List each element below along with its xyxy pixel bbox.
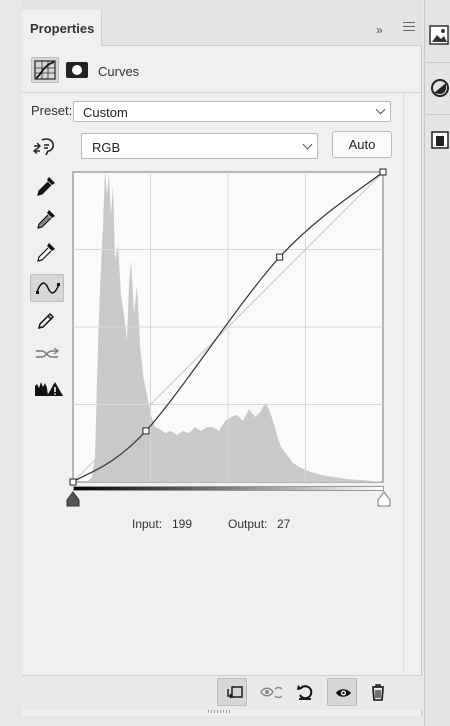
- channel-value: RGB: [92, 140, 121, 155]
- curve-control-point[interactable]: [69, 478, 77, 486]
- curves-adjustment-icon[interactable]: [31, 57, 59, 83]
- dock-divider: [426, 62, 450, 63]
- image-panel-icon[interactable]: [426, 22, 450, 58]
- auto-button[interactable]: Auto: [332, 131, 392, 158]
- chevron-down-icon: [302, 139, 313, 150]
- reset-icon: [297, 685, 313, 700]
- chevron-down-icon: [375, 104, 386, 115]
- clip-to-layer-icon: [227, 686, 243, 699]
- view-previous-state-button[interactable]: [254, 678, 284, 706]
- preset-value: Custom: [83, 105, 128, 120]
- targeted-adjustment-hand-icon[interactable]: [32, 136, 60, 158]
- sample-shadows-eyedropper-icon[interactable]: [30, 172, 64, 200]
- smooth-curve-icon: [30, 340, 64, 368]
- output-value[interactable]: 27: [277, 517, 290, 531]
- delete-button[interactable]: [363, 678, 393, 706]
- clipping-warning-icon[interactable]: [30, 374, 64, 402]
- preset-label: Preset:: [31, 103, 73, 118]
- adjustments-icon[interactable]: [426, 74, 450, 110]
- view-previous-state-icon: [260, 686, 282, 699]
- layer-mask-icon[interactable]: [66, 62, 88, 78]
- toggle-visibility-button[interactable]: [327, 678, 357, 706]
- curves-graph-canvas[interactable]: [65, 165, 391, 491]
- collapse-panel-icon[interactable]: »: [376, 23, 383, 37]
- resize-grip[interactable]: [208, 710, 232, 713]
- workspace-background: [0, 0, 22, 726]
- black-point-slider[interactable]: [66, 491, 80, 507]
- tab-properties[interactable]: Properties: [22, 10, 102, 46]
- output-label: Output:: [228, 517, 268, 531]
- reset-button[interactable]: [290, 678, 320, 706]
- auto-button-label: Auto: [348, 137, 376, 152]
- sample-midtones-eyedropper-icon[interactable]: [30, 205, 64, 233]
- visibility-eye-icon: [336, 689, 351, 697]
- header-divider: [22, 92, 422, 93]
- curve-control-point[interactable]: [276, 253, 284, 261]
- panel-scrollbar[interactable]: [403, 93, 419, 671]
- input-value[interactable]: 199: [172, 517, 192, 531]
- adjustment-title: Curves: [98, 64, 140, 79]
- channel-dropdown[interactable]: RGB: [81, 133, 318, 159]
- input-gradient-bar: [73, 486, 384, 491]
- white-point-slider[interactable]: [377, 491, 391, 507]
- delete-trash-icon: [372, 684, 384, 701]
- layer-comps-icon[interactable]: [426, 126, 450, 162]
- sample-highlights-eyedropper-icon[interactable]: [30, 238, 64, 266]
- tab-properties-label: Properties: [30, 21, 95, 36]
- edit-points-curve-icon[interactable]: [30, 274, 64, 302]
- curve-control-point[interactable]: [142, 427, 150, 435]
- preset-dropdown[interactable]: Custom: [73, 101, 391, 122]
- input-label: Input:: [132, 517, 163, 531]
- dock-divider: [426, 114, 450, 115]
- curve-control-point[interactable]: [379, 168, 387, 176]
- curves-graph[interactable]: [65, 165, 391, 491]
- panel-menu-icon[interactable]: [403, 22, 415, 32]
- clip-to-layer-button[interactable]: [217, 678, 247, 706]
- draw-pencil-icon[interactable]: [30, 307, 64, 335]
